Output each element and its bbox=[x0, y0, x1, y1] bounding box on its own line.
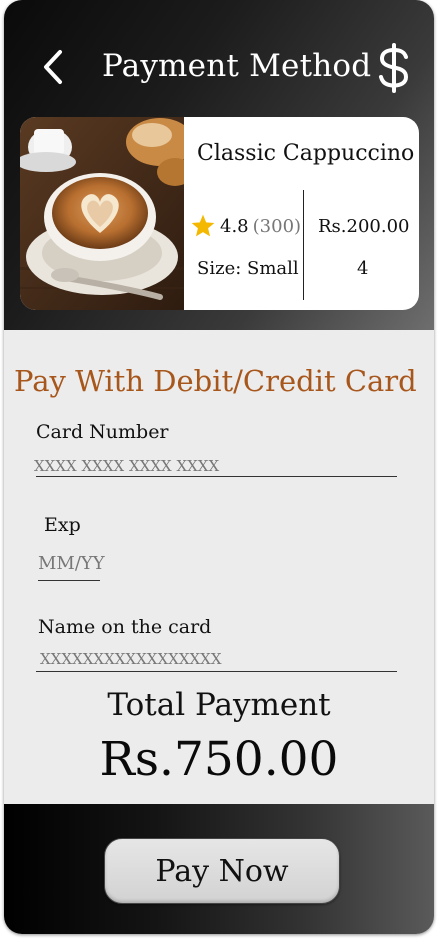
product-quantity: 4 bbox=[357, 258, 369, 279]
header-panel: Payment Method Classic Cappuccino 4.8 (3… bbox=[4, 0, 434, 330]
pay-now-button[interactable]: Pay Now bbox=[104, 838, 340, 904]
exp-underline bbox=[38, 580, 100, 581]
back-button[interactable] bbox=[38, 48, 68, 86]
footer-panel: Pay Now bbox=[4, 804, 434, 934]
total-label: Total Payment bbox=[107, 687, 331, 723]
card-name-input[interactable] bbox=[40, 648, 396, 670]
total-amount: Rs.750.00 bbox=[99, 732, 339, 787]
card-divider bbox=[303, 190, 304, 300]
rating-count: (300) bbox=[252, 215, 302, 237]
product-card[interactable]: Classic Cappuccino 4.8 (300) Size: Small… bbox=[20, 117, 419, 310]
exp-input[interactable] bbox=[38, 551, 128, 575]
page-title: Payment Method bbox=[102, 48, 372, 84]
product-rating: 4.8 (300) bbox=[190, 213, 301, 239]
card-number-underline bbox=[36, 476, 397, 477]
payment-section-title: Pay With Debit/Credit Card bbox=[14, 364, 417, 398]
dollar-icon bbox=[379, 43, 409, 93]
product-name: Classic Cappuccino bbox=[197, 141, 415, 166]
exp-label: Exp bbox=[44, 514, 81, 536]
phone-frame: Payment Method Classic Cappuccino 4.8 (3… bbox=[4, 0, 434, 934]
currency-button[interactable] bbox=[374, 42, 414, 94]
card-number-input[interactable] bbox=[34, 455, 396, 477]
chevron-left-icon bbox=[44, 50, 62, 84]
card-name-label: Name on the card bbox=[38, 616, 212, 638]
rating-value: 4.8 bbox=[220, 215, 249, 237]
product-price: Rs.200.00 bbox=[318, 216, 410, 237]
card-number-label: Card Number bbox=[36, 421, 169, 443]
star-icon bbox=[191, 214, 215, 237]
product-size: Size: Small bbox=[197, 258, 299, 279]
cappuccino-image bbox=[20, 117, 184, 310]
card-name-underline bbox=[36, 671, 397, 672]
